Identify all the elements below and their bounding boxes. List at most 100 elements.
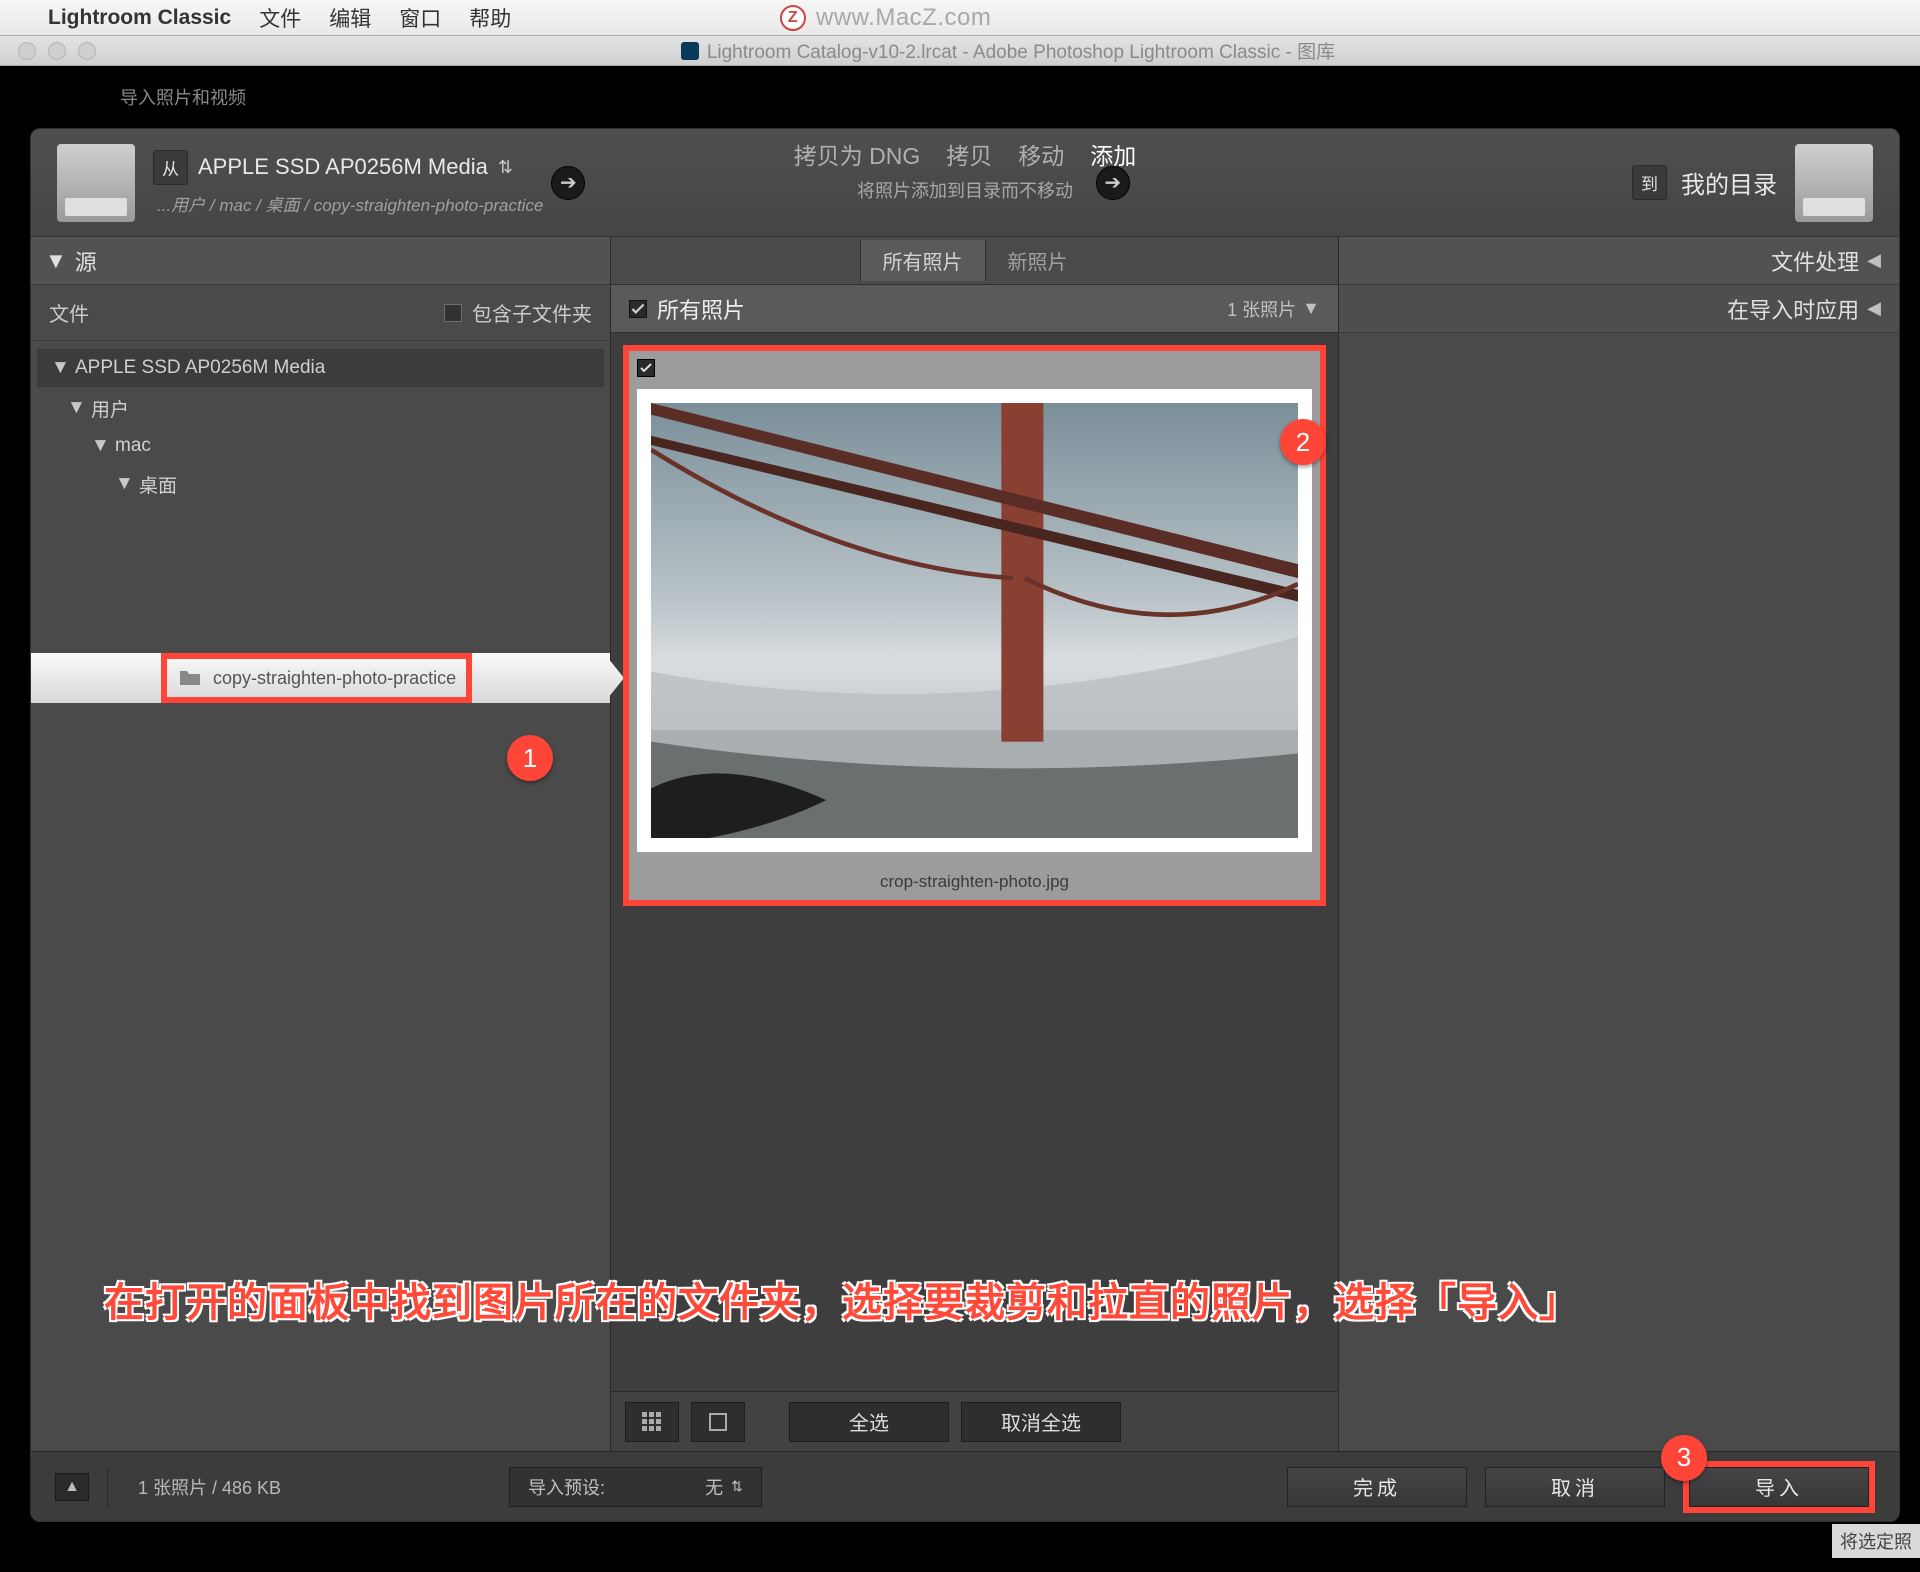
grid-view-button[interactable] bbox=[625, 1402, 679, 1442]
tree-item-label: 用户 bbox=[91, 395, 129, 422]
close-icon[interactable] bbox=[18, 42, 36, 60]
callout-1: 1 bbox=[507, 735, 553, 781]
settings-panel: 文件处理 ◀ 在导入时应用 ◀ bbox=[1339, 237, 1899, 1451]
app-badge-icon bbox=[681, 42, 699, 60]
loupe-view-button[interactable] bbox=[691, 1402, 745, 1442]
tree-item-selected[interactable]: copy-straighten-photo-practice bbox=[31, 653, 610, 703]
triangle-left-icon: ◀ bbox=[1867, 298, 1881, 319]
photo-count-text: 1 张照片 bbox=[1227, 296, 1296, 322]
window-titlebar: Lightroom Catalog-v10-2.lrcat - Adobe Ph… bbox=[0, 36, 1920, 66]
selected-folder-label: copy-straighten-photo-practice bbox=[213, 668, 456, 689]
source-drive-dropdown[interactable]: APPLE SSD AP0256M Media ⇅ bbox=[198, 154, 513, 180]
select-all-button[interactable]: 全选 bbox=[789, 1402, 949, 1442]
menu-file[interactable]: 文件 bbox=[259, 3, 301, 33]
callout-box-3: 导入 3 bbox=[1683, 1461, 1875, 1513]
to-badge: 到 bbox=[1632, 165, 1667, 200]
thumbnail-image bbox=[637, 389, 1312, 852]
tab-all-photos[interactable]: 所有照片 bbox=[860, 240, 986, 281]
thumbnail-filename: crop-straighten-photo.jpg bbox=[637, 872, 1312, 892]
menu-window[interactable]: 窗口 bbox=[399, 3, 441, 33]
import-mode-subtitle: 将照片添加到目录而不移动 bbox=[857, 177, 1073, 203]
tree-root-label: APPLE SSD AP0256M Media bbox=[75, 357, 325, 379]
preview-sub-label: 所有照片 bbox=[657, 293, 745, 325]
triangle-down-icon: ▼ bbox=[115, 473, 131, 495]
deselect-all-button[interactable]: 取消全选 bbox=[961, 1402, 1121, 1442]
include-subfolders-label: 包含子文件夹 bbox=[472, 298, 592, 327]
tab-move[interactable]: 移动 bbox=[1018, 137, 1064, 171]
callout-2: 2 bbox=[1280, 419, 1326, 465]
import-footer: ▲ 1 张照片 / 486 KB 导入预设: 无 ⇅ 完成 取消 导入 3 bbox=[31, 1451, 1899, 1521]
import-header: 从 APPLE SSD AP0256M Media ⇅ ...用户 / mac … bbox=[31, 129, 1899, 237]
tree-item-label: 桌面 bbox=[139, 471, 177, 498]
import-preset-dropdown[interactable]: 导入预设: 无 ⇅ bbox=[509, 1467, 762, 1507]
import-mode-tabs: 拷贝为 DNG 拷贝 移动 添加 将照片添加到目录而不移动 bbox=[794, 137, 1137, 203]
file-handling-label: 文件处理 bbox=[1771, 245, 1859, 277]
source-panel: ▼ 源 文件 包含子文件夹 ▼ APPLE SSD AP0256M Media … bbox=[31, 237, 611, 1451]
thumbnail-grid: crop-straighten-photo.jpg 2 bbox=[611, 333, 1338, 1391]
import-button[interactable]: 导入 bbox=[1689, 1467, 1869, 1507]
include-subfolders-checkbox[interactable] bbox=[444, 304, 462, 322]
window-title: Lightroom Catalog-v10-2.lrcat - Adobe Ph… bbox=[96, 37, 1920, 64]
source-path: ...用户 / mac / 桌面 / copy-straighten-photo… bbox=[153, 191, 543, 216]
triangle-down-icon: ▼ bbox=[91, 435, 107, 457]
tooltip-fragment: 将选定照 bbox=[1832, 1524, 1920, 1558]
tree-item-users[interactable]: ▼ 用户 bbox=[37, 389, 604, 427]
minimize-icon[interactable] bbox=[48, 42, 66, 60]
triangle-down-icon: ▼ bbox=[1302, 298, 1320, 319]
traffic-lights[interactable] bbox=[0, 42, 96, 60]
watermark-url: www.MacZ.com bbox=[816, 4, 991, 32]
zoom-icon[interactable] bbox=[78, 42, 96, 60]
strip-label: 导入照片和视频 bbox=[120, 88, 246, 108]
files-row: 文件 包含子文件夹 bbox=[31, 285, 610, 341]
cancel-button[interactable]: 取消 bbox=[1485, 1467, 1665, 1507]
tab-add[interactable]: 添加 bbox=[1090, 137, 1136, 171]
thumbnail-checkbox[interactable] bbox=[637, 359, 655, 377]
dest-drive-icon bbox=[1795, 144, 1873, 222]
tree-item-desktop[interactable]: ▼ 桌面 bbox=[37, 465, 604, 503]
files-label: 文件 bbox=[49, 298, 89, 327]
tab-copy[interactable]: 拷贝 bbox=[946, 137, 992, 171]
apply-during-import-label: 在导入时应用 bbox=[1727, 293, 1859, 325]
preview-panel: 所有照片 新照片 所有照片 1 张照片 ▼ bbox=[611, 237, 1339, 1451]
tab-copy-dng[interactable]: 拷贝为 DNG bbox=[794, 137, 921, 171]
chevron-updown-icon: ⇅ bbox=[731, 1478, 743, 1495]
check-all-icon[interactable] bbox=[629, 300, 647, 318]
preset-value: 无 bbox=[705, 1474, 723, 1500]
menu-help[interactable]: 帮助 bbox=[469, 3, 511, 33]
tab-new-photos[interactable]: 新照片 bbox=[986, 240, 1090, 281]
footer-status: 1 张照片 / 486 KB bbox=[138, 1474, 281, 1500]
triangle-down-icon: ▼ bbox=[67, 397, 83, 419]
chevron-updown-icon: ⇅ bbox=[498, 157, 513, 178]
source-header-label: 源 bbox=[75, 245, 97, 277]
expand-compact-button[interactable]: ▲ bbox=[55, 1473, 89, 1501]
triangle-down-icon: ▼ bbox=[45, 248, 67, 274]
instruction-overlay: 在打开的面板中找到图片所在的文件夹，选择要裁剪和拉直的照片，选择「导入」 bbox=[104, 1270, 1580, 1328]
photo-count[interactable]: 1 张照片 ▼ bbox=[1227, 296, 1320, 322]
source-header[interactable]: ▼ 源 bbox=[31, 237, 610, 285]
preview-toolbar: 全选 取消全选 bbox=[611, 1391, 1338, 1451]
source-drive-name: APPLE SSD AP0256M Media bbox=[198, 154, 488, 180]
destination-label: 我的目录 bbox=[1681, 165, 1777, 200]
triangle-left-icon: ◀ bbox=[1867, 250, 1881, 271]
file-handling-header[interactable]: 文件处理 ◀ bbox=[1339, 237, 1899, 285]
destination-block[interactable]: 到 我的目录 bbox=[1632, 165, 1777, 200]
preview-tabs: 所有照片 新照片 bbox=[611, 237, 1338, 285]
folder-icon bbox=[177, 668, 203, 688]
menu-app-name[interactable]: Lightroom Classic bbox=[48, 6, 231, 30]
triangle-down-icon: ▼ bbox=[51, 357, 67, 379]
done-button[interactable]: 完成 bbox=[1287, 1467, 1467, 1507]
arrow-right-button[interactable]: ➔ bbox=[551, 166, 585, 200]
callout-3: 3 bbox=[1661, 1435, 1707, 1481]
module-strip: 导入照片和视频 bbox=[0, 66, 1920, 128]
from-badge: 从 bbox=[153, 150, 188, 185]
folder-tree: ▼ APPLE SSD AP0256M Media ▼ 用户 ▼ mac ▼ 桌… bbox=[31, 341, 610, 771]
menu-edit[interactable]: 编辑 bbox=[329, 3, 371, 33]
tree-item-mac[interactable]: ▼ mac bbox=[37, 427, 604, 465]
window-title-text: Lightroom Catalog-v10-2.lrcat - Adobe Ph… bbox=[707, 37, 1335, 64]
tree-root[interactable]: ▼ APPLE SSD AP0256M Media bbox=[37, 349, 604, 387]
thumbnail-selected[interactable]: crop-straighten-photo.jpg 2 bbox=[623, 345, 1326, 906]
watermark: Z www.MacZ.com bbox=[780, 0, 991, 36]
callout-box-1: copy-straighten-photo-practice bbox=[161, 653, 472, 703]
watermark-icon: Z bbox=[780, 5, 806, 31]
apply-during-import-header[interactable]: 在导入时应用 ◀ bbox=[1339, 285, 1899, 333]
